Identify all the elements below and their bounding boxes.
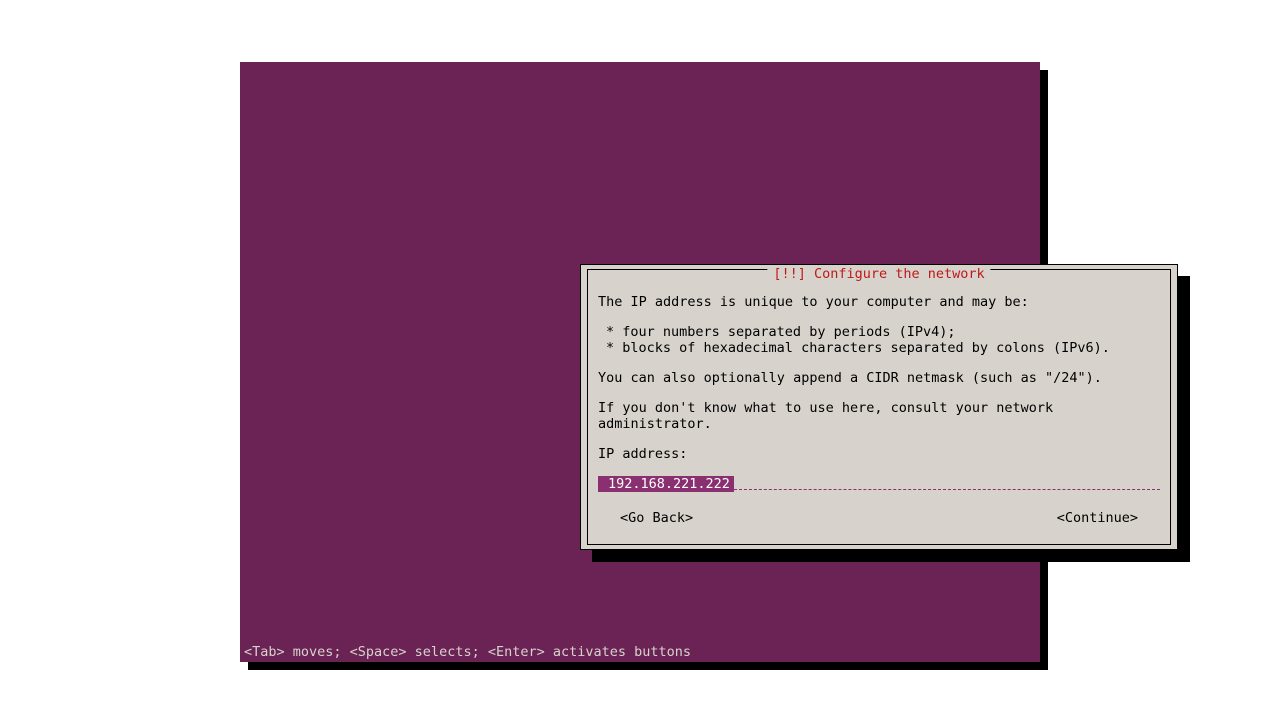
- admin-note: If you don't know what to use here, cons…: [598, 400, 1160, 432]
- continue-button[interactable]: <Continue>: [1057, 510, 1138, 526]
- network-config-dialog: [!!] Configure the network The IP addres…: [580, 264, 1178, 550]
- input-underline: [734, 476, 1160, 490]
- ip-address-input[interactable]: 192.168.221.222: [598, 476, 1160, 492]
- dialog-content: [!!] Configure the network The IP addres…: [587, 269, 1171, 545]
- ip-address-value[interactable]: 192.168.221.222: [598, 476, 734, 492]
- installer-console: [!!] Configure the network The IP addres…: [240, 62, 1040, 662]
- bullet-ipv6: * blocks of hexadecimal characters separ…: [598, 340, 1160, 356]
- button-row: <Go Back> <Continue>: [598, 510, 1160, 526]
- cidr-note: You can also optionally append a CIDR ne…: [598, 370, 1160, 386]
- bullet-ipv4: * four numbers separated by periods (IPv…: [598, 324, 1160, 356]
- help-bar: <Tab> moves; <Space> selects; <Enter> ac…: [240, 642, 1040, 662]
- field-label: IP address:: [598, 446, 1160, 462]
- dialog-title: [!!] Configure the network: [767, 266, 990, 282]
- go-back-button[interactable]: <Go Back>: [620, 510, 693, 526]
- description-line: The IP address is unique to your compute…: [598, 294, 1160, 310]
